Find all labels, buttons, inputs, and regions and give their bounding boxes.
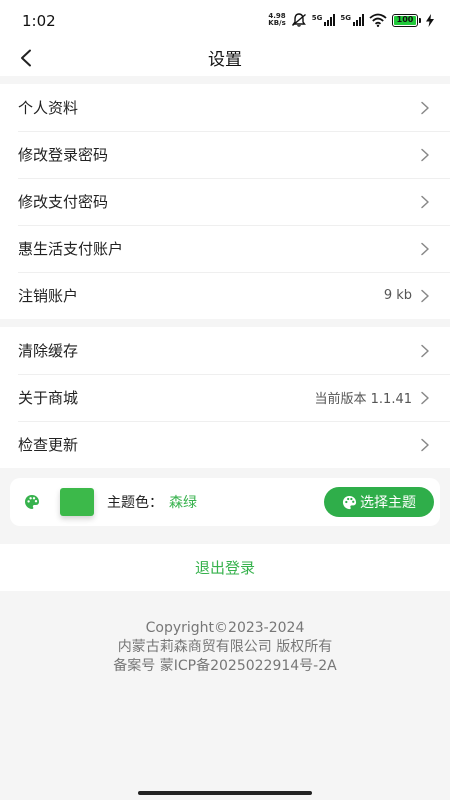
palette-icon <box>342 495 357 509</box>
row-label: 修改支付密码 <box>18 193 109 211</box>
status-icons: 4.98 KB/s 5G 5G 100 <box>268 12 434 28</box>
logout-bar: 退出登录 <box>0 544 450 591</box>
chevron-right-icon <box>420 344 430 358</box>
charging-bolt-icon <box>426 13 434 27</box>
row-clear-cache[interactable]: 清除缓存 <box>0 327 450 374</box>
chevron-right-icon <box>420 195 430 209</box>
row-change-payment-password[interactable]: 修改支付密码 <box>0 178 450 225</box>
account-settings-group: 个人资料 修改登录密码 修改支付密码 惠生活支付账户 注销账户 9 kb <box>0 84 450 319</box>
select-theme-button[interactable]: 选择主题 <box>324 487 434 517</box>
row-label: 修改登录密码 <box>18 146 109 164</box>
network-speed-unit: KB/s <box>268 19 286 27</box>
row-label: 惠生活支付账户 <box>18 240 124 258</box>
row-label: 注销账户 <box>18 287 79 305</box>
status-bar: 1:02 4.98 KB/s 5G 5G 100 <box>0 0 450 40</box>
theme-color-swatch <box>60 488 94 516</box>
status-time: 1:02 <box>22 12 56 30</box>
logout-button[interactable]: 退出登录 <box>195 557 255 578</box>
chevron-right-icon <box>420 289 430 303</box>
header: 设置 <box>0 40 450 76</box>
chevron-right-icon <box>420 438 430 452</box>
row-label: 检查更新 <box>18 436 79 454</box>
row-delete-account[interactable]: 注销账户 9 kb <box>0 272 450 319</box>
signal-2-type: 5G <box>340 14 351 22</box>
chevron-right-icon <box>420 391 430 405</box>
home-indicator <box>138 791 312 795</box>
chevron-right-icon <box>420 148 430 162</box>
wifi-icon <box>369 13 387 27</box>
signal-1-type: 5G <box>311 14 323 22</box>
cellular-signal-1: 5G <box>312 14 336 26</box>
row-check-update[interactable]: 检查更新 <box>0 421 450 468</box>
cellular-signal-2: 5G <box>340 14 364 26</box>
muted-bell-icon <box>291 13 307 27</box>
footer: Copyright©2023-2024 内蒙古莉森商贸有限公司 版权所有 备案号… <box>0 619 450 676</box>
chevron-right-icon <box>420 101 430 115</box>
company-line: 内蒙古莉森商贸有限公司 版权所有 <box>117 639 333 655</box>
row-label: 清除缓存 <box>18 342 79 360</box>
theme-label: 主题色： <box>107 495 163 511</box>
row-label: 关于商城 <box>18 389 79 407</box>
battery-level: 100 <box>394 15 416 25</box>
chevron-right-icon <box>420 242 430 256</box>
row-label: 个人资料 <box>18 99 79 117</box>
row-personal-profile[interactable]: 个人资料 <box>0 84 450 131</box>
battery-icon: 100 <box>392 13 421 27</box>
row-about-mall[interactable]: 关于商城 当前版本 1.1.41 <box>0 374 450 421</box>
palette-icon <box>24 494 40 510</box>
page-title: 设置 <box>208 50 242 70</box>
row-change-login-password[interactable]: 修改登录密码 <box>0 131 450 178</box>
select-theme-label: 选择主题 <box>360 495 416 511</box>
app-settings-group: 清除缓存 关于商城 当前版本 1.1.41 检查更新 <box>0 327 450 468</box>
row-payment-account[interactable]: 惠生活支付账户 <box>0 225 450 272</box>
copyright-line: Copyright©2023-2024 <box>145 620 305 636</box>
theme-value: 森绿 <box>169 495 197 511</box>
row-value: 9 kb <box>383 288 412 303</box>
row-value: 当前版本 1.1.41 <box>314 392 412 407</box>
icp-line: 备案号 蒙ICP备2025022914号-2A <box>113 658 337 674</box>
theme-card: 主题色： 森绿 选择主题 <box>10 478 440 526</box>
network-speed: 4.98 KB/s <box>268 13 285 27</box>
